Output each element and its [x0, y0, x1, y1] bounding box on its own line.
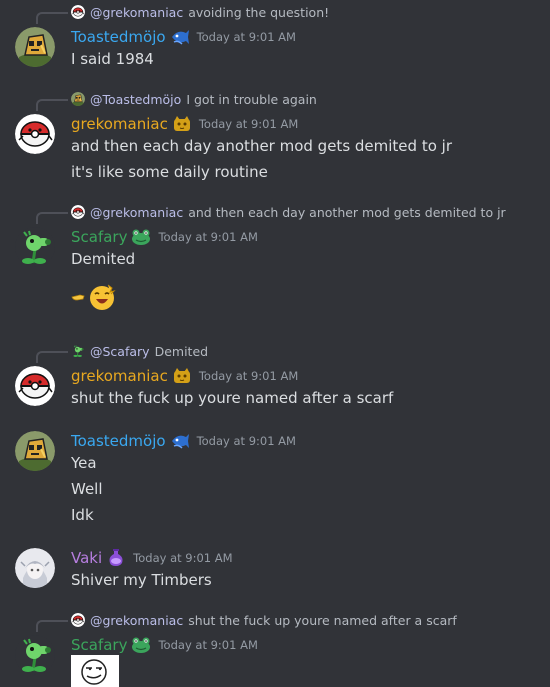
message-text: shut the fuck up youre named after a sca… — [71, 389, 394, 407]
avatar[interactable] — [15, 366, 55, 406]
reply-spine — [36, 99, 68, 111]
reply-preview[interactable]: @grekomaniac shut the fuck up youre name… — [71, 611, 457, 629]
reply-text: Demited — [154, 343, 209, 359]
username[interactable]: Toastedmöjo — [71, 28, 166, 46]
message-header: Scafary Today at 9:01 AM — [71, 226, 258, 248]
message-text: Demited — [71, 250, 136, 268]
gold-cat-role-icon — [172, 115, 192, 133]
reply-text: shut the fuck up youre named after a sca… — [188, 612, 457, 628]
gold-cat-role-icon — [172, 367, 192, 385]
reply-text: and then each day another mod gets demit… — [188, 204, 506, 220]
timestamp: Today at 9:01 AM — [196, 434, 296, 448]
message-text: Yea — [71, 454, 97, 472]
pokeball-avatar-icon — [71, 5, 85, 19]
avatar[interactable] — [15, 114, 55, 154]
smug-face-sticker[interactable] — [71, 655, 119, 687]
message-header: Vaki Today at 9:01 AM — [71, 547, 233, 569]
timestamp: Today at 9:01 AM — [198, 369, 299, 383]
blue-fish-role-icon — [170, 432, 190, 450]
message-header: grekomaniac Today at 9:01 AM — [71, 365, 298, 387]
reply-spine — [36, 212, 68, 224]
reply-mention[interactable]: @grekomaniac — [90, 613, 183, 628]
purple-potion-role-icon — [106, 549, 126, 567]
peashooter-avatar-icon — [71, 344, 85, 358]
avatar[interactable] — [15, 431, 55, 471]
message-text: Well — [71, 480, 103, 498]
reply-mention[interactable]: @grekomaniac — [90, 205, 183, 220]
avatar[interactable] — [15, 227, 55, 267]
username[interactable]: Scafary — [71, 636, 127, 654]
message-text: it's like some daily routine — [71, 163, 268, 181]
reply-preview[interactable]: @Scafary Demited — [71, 342, 208, 360]
reply-mention[interactable]: @grekomaniac — [90, 5, 183, 20]
timestamp: Today at 9:01 AM — [196, 30, 296, 44]
pokeball-avatar-icon — [71, 205, 85, 219]
message-header: Toastedmöjo Today at 9:01 AM — [71, 430, 296, 452]
reply-spine — [36, 12, 68, 24]
message-text: Shiver my Timbers — [71, 571, 212, 589]
toast-avatar-icon — [71, 92, 85, 106]
avatar[interactable] — [15, 635, 55, 675]
reply-preview[interactable]: @grekomaniac and then each day another m… — [71, 203, 506, 221]
avatar[interactable] — [15, 548, 55, 588]
reply-mention[interactable]: @Toastedmöjo — [90, 92, 181, 107]
frog-role-icon — [131, 228, 151, 246]
pokeball-avatar-icon — [71, 613, 85, 627]
frog-role-icon — [131, 636, 151, 654]
reply-text: I got in trouble again — [186, 91, 317, 107]
reply-spine — [36, 620, 68, 632]
timestamp: Today at 9:01 AM — [158, 638, 258, 652]
username[interactable]: grekomaniac — [71, 367, 168, 385]
reply-mention[interactable]: @Scafary — [90, 344, 150, 359]
timestamp: Today at 9:01 AM — [158, 230, 258, 244]
laughing-face-emoji[interactable] — [87, 282, 119, 312]
blue-fish-role-icon — [170, 28, 190, 46]
message-header: Toastedmöjo Today at 9:01 AM — [71, 26, 296, 48]
reply-spine — [36, 351, 68, 363]
timestamp: Today at 9:01 AM — [133, 551, 233, 565]
username[interactable]: Vaki — [71, 549, 102, 567]
message-text: I said 1984 — [71, 50, 154, 68]
message-text: Idk — [71, 506, 94, 524]
reply-text: avoiding the question! — [188, 4, 330, 20]
username[interactable]: Scafary — [71, 228, 127, 246]
username[interactable]: grekomaniac — [71, 115, 168, 133]
timestamp: Today at 9:01 AM — [198, 117, 299, 131]
message-header: Scafary Today at 9:01 AM — [71, 634, 258, 656]
reply-preview[interactable]: @grekomaniac avoiding the question! — [71, 3, 329, 21]
message-text: and then each day another mod gets demit… — [71, 137, 452, 155]
pointing-hand-emoji[interactable] — [71, 290, 85, 304]
avatar[interactable] — [15, 27, 55, 67]
username[interactable]: Toastedmöjo — [71, 432, 166, 450]
emoji-row — [71, 282, 119, 312]
message-header: grekomaniac Today at 9:01 AM — [71, 113, 298, 135]
reply-preview[interactable]: @Toastedmöjo I got in trouble again — [71, 90, 317, 108]
